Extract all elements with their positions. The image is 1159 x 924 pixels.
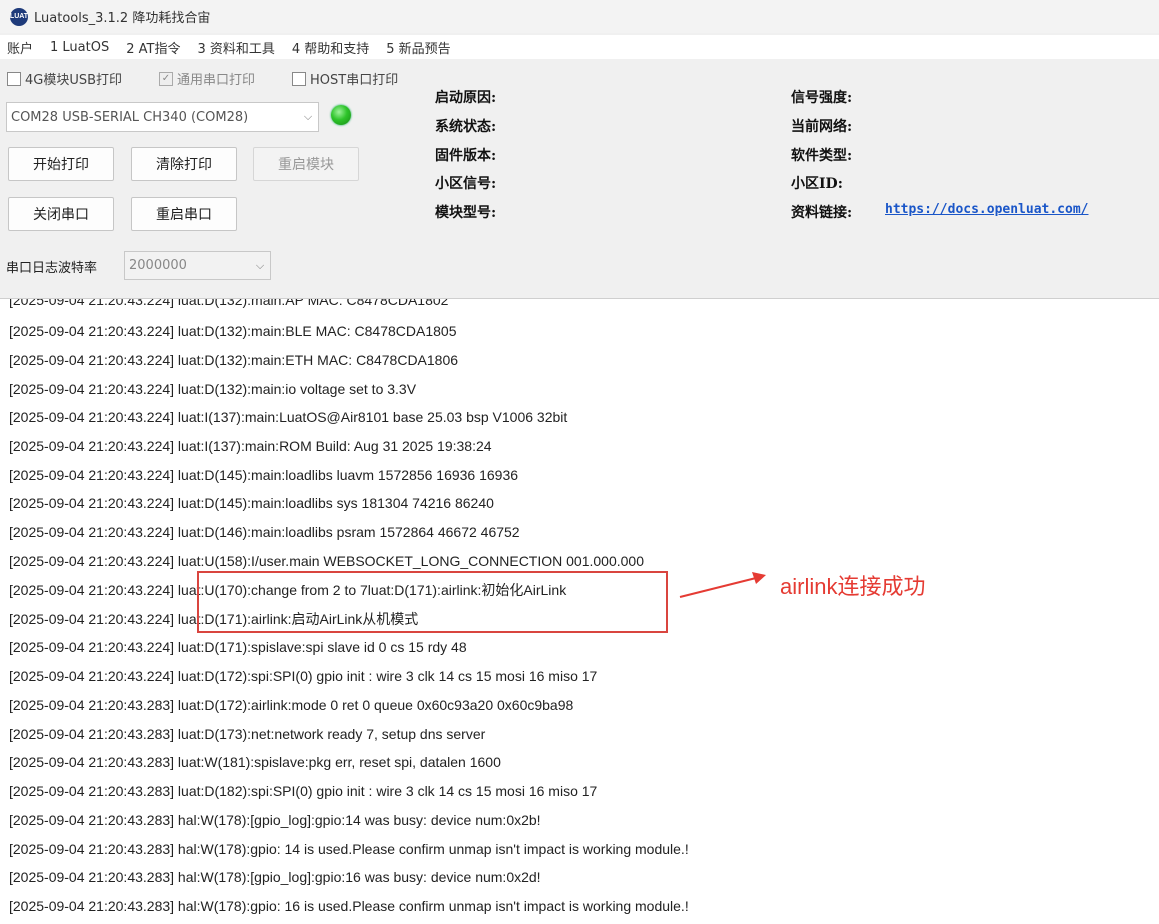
log-line: [2025-09-04 21:20:43.283] hal:W(178):gpi… — [9, 841, 689, 857]
baud-select-value: 2000000 — [129, 258, 187, 273]
log-line: [2025-09-04 21:20:43.224] luat:D(145):ma… — [9, 467, 519, 483]
cell-signal-label: 小区信号: — [435, 176, 497, 192]
restart-module-button[interactable]: 重启模块 — [253, 147, 359, 181]
checkmark-icon: ✓ — [159, 71, 173, 86]
signal-strength-label: 信号强度: — [791, 90, 853, 106]
status-led-icon — [331, 105, 351, 125]
usb-print-label: 4G模块USB打印 — [25, 73, 123, 88]
host-print-label: HOST串口打印 — [310, 73, 399, 88]
log-line: [2025-09-04 21:20:43.224] luat:D(132):ma… — [9, 298, 449, 308]
system-status-label: 系统状态: — [435, 119, 497, 135]
annotation-arrow-icon — [679, 572, 766, 598]
checkbox-icon — [292, 71, 306, 86]
host-print-checkbox[interactable]: HOST串口打印 — [292, 69, 398, 88]
baud-label: 串口日志波特率 — [6, 261, 98, 276]
uart-print-label: 通用串口打印 — [177, 73, 256, 88]
log-line: [2025-09-04 21:20:43.224] luat:U(158):I/… — [9, 553, 644, 569]
port-select[interactable]: COM28 USB-SERIAL CH340 (COM28) ⌵ — [6, 102, 319, 132]
log-line: [2025-09-04 21:20:43.224] luat:D(132):ma… — [9, 323, 457, 339]
log-line: [2025-09-04 21:20:43.283] hal:W(178):gpi… — [9, 898, 689, 914]
log-line: [2025-09-04 21:20:43.224] luat:D(145):ma… — [9, 495, 494, 511]
title-bar: LUAT Luatools_3.1.2 降功耗找合宙 — [0, 0, 1159, 33]
port-select-value: COM28 USB-SERIAL CH340 (COM28) — [11, 109, 249, 125]
log-line: [2025-09-04 21:20:43.224] luat:D(146):ma… — [9, 524, 520, 540]
chevron-down-icon: ⌵ — [303, 110, 313, 123]
baud-select[interactable]: 2000000 ⌵ — [124, 251, 271, 280]
menu-docs-tools[interactable]: 3 资料和工具 — [189, 38, 283, 57]
log-line: [2025-09-04 21:20:43.224] luat:U(170):ch… — [9, 582, 567, 598]
usb-print-checkbox[interactable]: 4G模块USB打印 — [7, 69, 122, 88]
log-line: [2025-09-04 21:20:43.224] luat:D(172):sp… — [9, 668, 598, 684]
software-type-label: 软件类型: — [791, 148, 853, 164]
docs-link-label: 资料链接: — [791, 205, 853, 221]
firmware-version-label: 固件版本: — [435, 148, 497, 164]
log-line: [2025-09-04 21:20:43.283] hal:W(178):[gp… — [9, 812, 541, 828]
log-line: [2025-09-04 21:20:43.283] luat:D(182):sp… — [9, 783, 598, 799]
start-print-button[interactable]: 开始打印 — [8, 147, 114, 181]
menu-help-support[interactable]: 4 帮助和支持 — [284, 38, 378, 57]
restart-port-button[interactable]: 重启串口 — [131, 197, 237, 231]
boot-reason-label: 启动原因: — [435, 90, 497, 106]
log-line: [2025-09-04 21:20:43.224] luat:I(137):ma… — [9, 409, 568, 425]
log-line: [2025-09-04 21:20:43.224] luat:D(132):ma… — [9, 381, 417, 397]
log-line: [2025-09-04 21:20:43.224] luat:D(171):ai… — [9, 611, 419, 627]
menu-account[interactable]: 账户 — [0, 38, 42, 57]
annotation-text: airlink连接成功 — [780, 574, 926, 599]
log-line: [2025-09-04 21:20:43.283] hal:W(178):[gp… — [9, 869, 541, 885]
log-line: [2025-09-04 21:20:43.224] luat:D(171):sp… — [9, 639, 467, 655]
checkbox-icon — [7, 71, 21, 86]
close-port-button[interactable]: 关闭串口 — [8, 197, 114, 231]
app-logo-icon: LUAT — [10, 7, 28, 26]
log-line: [2025-09-04 21:20:43.224] luat:I(137):ma… — [9, 438, 492, 454]
log-output[interactable]: [2025-09-04 21:20:43.224] luat:D(132):ma… — [0, 298, 1159, 924]
chevron-down-icon: ⌵ — [255, 258, 265, 272]
menu-at-commands[interactable]: 2 AT指令 — [118, 38, 189, 57]
cell-id-label: 小区ID: — [791, 176, 843, 192]
log-line: [2025-09-04 21:20:43.283] luat:D(173):ne… — [9, 726, 486, 742]
log-line: [2025-09-04 21:20:43.283] luat:D(172):ai… — [9, 697, 574, 713]
docs-link[interactable]: https://docs.openluat.com/ — [885, 202, 1089, 217]
menu-bar: 账户 1 LuatOS 2 AT指令 3 资料和工具 4 帮助和支持 5 新品预… — [0, 35, 1159, 59]
menu-new-products[interactable]: 5 新品预告 — [378, 38, 459, 57]
log-line: [2025-09-04 21:20:43.283] luat:W(181):sp… — [9, 754, 501, 770]
current-network-label: 当前网络: — [791, 119, 853, 135]
menu-luatos[interactable]: 1 LuatOS — [42, 40, 118, 55]
window-title: Luatools_3.1.2 降功耗找合宙 — [34, 11, 211, 26]
uart-print-checkbox[interactable]: ✓ 通用串口打印 — [159, 69, 255, 88]
module-model-label: 模块型号: — [435, 205, 497, 221]
clear-print-button[interactable]: 清除打印 — [131, 147, 237, 181]
log-line: [2025-09-04 21:20:43.224] luat:D(132):ma… — [9, 352, 459, 368]
